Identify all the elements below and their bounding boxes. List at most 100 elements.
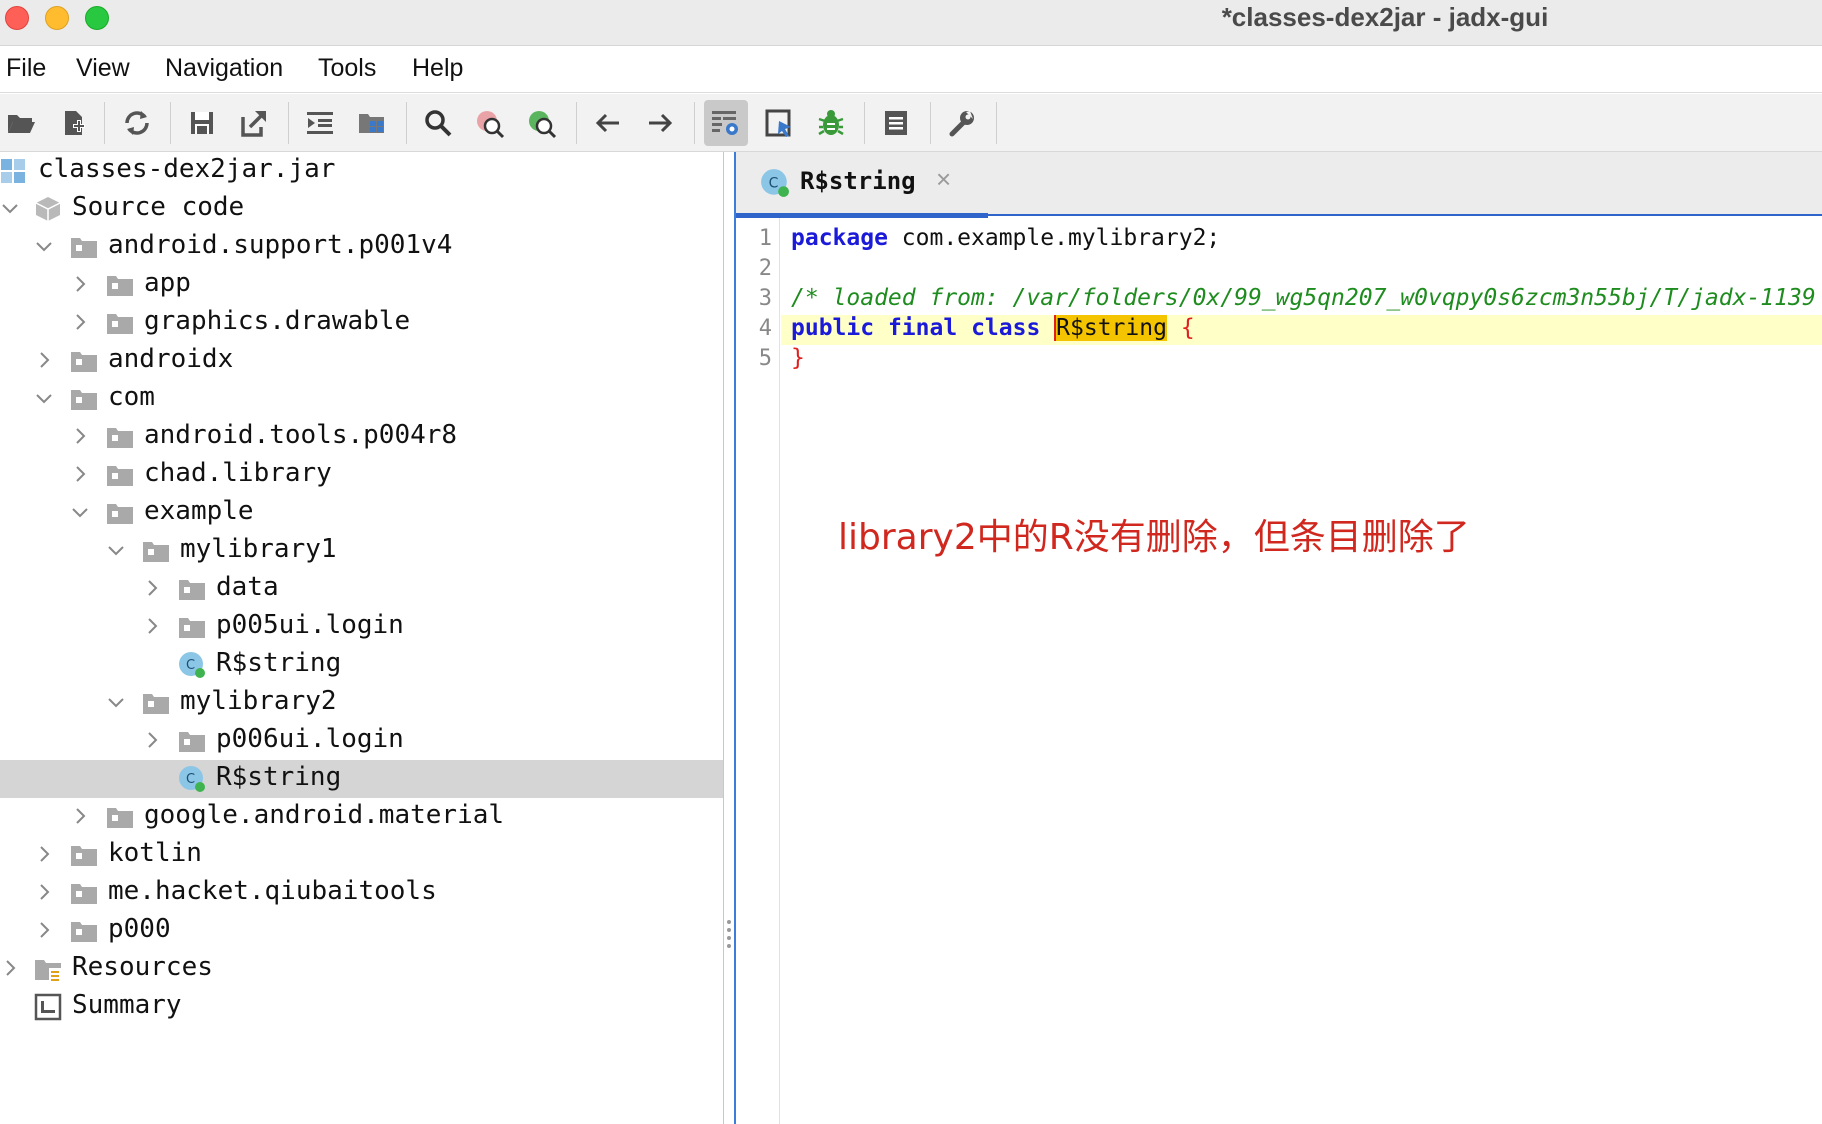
find-class-icon[interactable]: [471, 104, 509, 142]
tree-root[interactable]: classes-dex2jar.jar: [0, 152, 723, 190]
tree-node-class-selected[interactable]: C R$string: [0, 760, 723, 798]
chevron-right-icon[interactable]: [32, 348, 56, 372]
tree-node-package[interactable]: app: [0, 266, 723, 304]
class-name-highlight[interactable]: R$string: [1054, 315, 1167, 341]
tree-node-package[interactable]: com: [0, 380, 723, 418]
sync-tree-icon[interactable]: [301, 104, 339, 142]
flatten-packages-icon[interactable]: [353, 104, 391, 142]
tree-node-label: mylibrary1: [180, 534, 337, 564]
close-window-button[interactable]: [5, 6, 29, 30]
chevron-right-icon[interactable]: [32, 918, 56, 942]
menu-help[interactable]: Help: [412, 54, 463, 83]
tree-node-label: me.hacket.qiubaitools: [108, 876, 437, 906]
tree-node-package[interactable]: mylibrary1: [0, 532, 723, 570]
tree-node-label: Summary: [72, 990, 182, 1020]
class-icon: C: [760, 168, 790, 198]
project-tree: classes-dex2jar.jar Source code android.…: [0, 152, 724, 1124]
tree-node-package[interactable]: kotlin: [0, 836, 723, 874]
chevron-right-icon[interactable]: [140, 614, 164, 638]
tree-node-label: p000: [108, 914, 171, 944]
chevron-right-icon[interactable]: [32, 842, 56, 866]
tree-node-label: example: [144, 496, 254, 526]
tree-node-package[interactable]: data: [0, 570, 723, 608]
tree-node-package[interactable]: chad.library: [0, 456, 723, 494]
folder-icon: [70, 841, 98, 869]
splitter-handle[interactable]: [725, 918, 733, 948]
chevron-down-icon[interactable]: [104, 538, 128, 562]
menu-bar: File View Navigation Tools Help: [0, 46, 1822, 93]
tree-node-package[interactable]: google.android.material: [0, 798, 723, 836]
chevron-down-icon[interactable]: [32, 234, 56, 258]
tab-label: R$string: [800, 167, 916, 195]
tree-node-package[interactable]: mylibrary2: [0, 684, 723, 722]
tree-node-label: com: [108, 382, 155, 412]
tree-node-package[interactable]: androidx: [0, 342, 723, 380]
folder-icon: [178, 575, 206, 603]
quick-tabs-icon[interactable]: [760, 104, 798, 142]
tab-rstring[interactable]: C R$string ×: [736, 152, 988, 218]
tree-node-label: app: [144, 268, 191, 298]
menu-file[interactable]: File: [6, 54, 46, 83]
chevron-down-icon[interactable]: [68, 500, 92, 524]
code-area[interactable]: package com.example.mylibrary2; /* loade…: [781, 218, 1822, 1124]
back-icon[interactable]: [589, 104, 627, 142]
package-box-icon: [34, 195, 62, 223]
tree-node-package[interactable]: android.tools.p004r8: [0, 418, 723, 456]
chevron-right-icon[interactable]: [68, 424, 92, 448]
forward-icon[interactable]: [641, 104, 679, 142]
tree-node-package[interactable]: p005ui.login: [0, 608, 723, 646]
tree-node-summary[interactable]: Summary: [0, 988, 723, 1026]
log-icon[interactable]: [877, 104, 915, 142]
line-number-gutter: 1 2 3 4 5: [736, 218, 780, 1124]
chevron-right-icon[interactable]: [140, 576, 164, 600]
folder-icon: [106, 803, 134, 831]
chevron-right-icon[interactable]: [68, 310, 92, 334]
debugger-icon[interactable]: [812, 104, 850, 142]
tree-node-resources[interactable]: Resources: [0, 950, 723, 988]
find-usage-icon[interactable]: [523, 104, 561, 142]
menu-navigation[interactable]: Navigation: [165, 54, 283, 83]
tree-node-package[interactable]: example: [0, 494, 723, 532]
svg-text:C: C: [186, 658, 195, 673]
tree-node-class[interactable]: C R$string: [0, 646, 723, 684]
search-icon[interactable]: [419, 104, 457, 142]
save-icon[interactable]: [183, 104, 221, 142]
code-brace: }: [791, 345, 805, 371]
summary-icon: [34, 993, 62, 1021]
add-file-icon[interactable]: [54, 104, 92, 142]
tree-node-label: kotlin: [108, 838, 202, 868]
chevron-right-icon[interactable]: [140, 728, 164, 752]
chevron-down-icon[interactable]: [0, 196, 22, 220]
tree-node-package[interactable]: p000: [0, 912, 723, 950]
chevron-right-icon[interactable]: [68, 462, 92, 486]
tree-node-label: p005ui.login: [216, 610, 404, 640]
title-bar: *classes-dex2jar - jadx-gui: [0, 0, 1822, 46]
menu-view[interactable]: View: [76, 54, 130, 83]
tree-node-source-code[interactable]: Source code: [0, 190, 723, 228]
chevron-down-icon[interactable]: [104, 690, 128, 714]
code-text: com.example.mylibrary2;: [887, 225, 1221, 251]
menu-tools[interactable]: Tools: [318, 54, 376, 83]
tree-node-package[interactable]: android.support.p001v4: [0, 228, 723, 266]
chevron-right-icon[interactable]: [68, 804, 92, 828]
editor-tab-bar: C R$string ×: [736, 152, 1822, 218]
sync-icon[interactable]: [118, 104, 156, 142]
chevron-right-icon[interactable]: [32, 880, 56, 904]
line-number: 4: [758, 316, 772, 341]
preferences-icon[interactable]: [943, 104, 981, 142]
minimize-window-button[interactable]: [45, 6, 69, 30]
tree-node-label: google.android.material: [144, 800, 505, 830]
tree-node-package[interactable]: me.hacket.qiubaitools: [0, 874, 723, 912]
tree-node-package[interactable]: graphics.drawable: [0, 304, 723, 342]
close-tab-icon[interactable]: ×: [936, 164, 951, 195]
open-file-icon[interactable]: [2, 104, 40, 142]
chevron-right-icon[interactable]: [0, 956, 22, 980]
deobfuscation-icon[interactable]: [704, 100, 748, 146]
export-icon[interactable]: [235, 104, 273, 142]
maximize-window-button[interactable]: [85, 6, 109, 30]
tree-node-package[interactable]: p006ui.login: [0, 722, 723, 760]
code-line-1: package com.example.mylibrary2;: [781, 225, 1822, 255]
keyword: package: [791, 225, 888, 251]
chevron-down-icon[interactable]: [32, 386, 56, 410]
chevron-right-icon[interactable]: [68, 272, 92, 296]
